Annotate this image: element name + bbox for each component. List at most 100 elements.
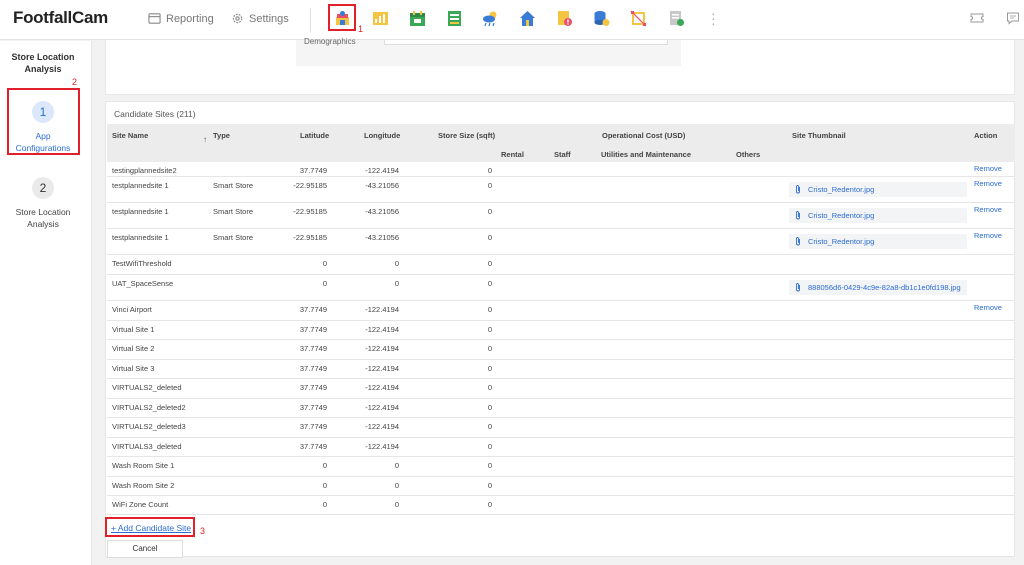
store-size-cell: 0 — [487, 233, 492, 242]
store-size-cell: 0 — [487, 461, 492, 470]
paperclip-icon — [796, 185, 800, 194]
weather-icon[interactable] — [482, 10, 499, 27]
candidate-sites-table-body: testingplannedsite2 37.7749 -122.4194 0 Remo… — [107, 162, 1015, 515]
latitude-cell: 37.7749 — [299, 344, 327, 353]
site-thumbnail-file[interactable]: Cristo_Redentor.jpg — [789, 182, 967, 197]
nav-settings[interactable]: Settings — [231, 12, 289, 25]
site-name-cell: VIRTUALS2_deleted3 — [112, 422, 186, 431]
site-name-cell: WiFi Zone Count — [112, 500, 169, 509]
config-panel: Demographics — [105, 37, 1015, 95]
calendar-icon[interactable] — [409, 10, 426, 27]
store-size-cell: 0 — [487, 403, 492, 412]
store-size-cell: 0 — [487, 181, 492, 190]
remove-link[interactable]: Remove — [974, 303, 1002, 312]
store-size-cell: 0 — [487, 344, 492, 353]
remove-link[interactable]: Remove — [974, 164, 1002, 173]
type-cell: Smart Store — [213, 233, 254, 242]
table-row: Vinci Airport 37.7749 -122.4194 0 Remove — [107, 301, 1015, 321]
longitude-cell: -122.4194 — [365, 305, 399, 314]
site-thumbnail-file[interactable]: Cristo_Redentor.jpg — [789, 208, 967, 223]
paperclip-icon — [796, 237, 800, 246]
highlight-box-1 — [328, 4, 356, 31]
latitude-cell: -22.95185 — [293, 207, 327, 216]
col-action: Action — [974, 131, 998, 140]
type-cell: Smart Store — [213, 181, 254, 190]
latitude-cell: 0 — [322, 259, 327, 268]
longitude-cell: -122.4194 — [365, 403, 399, 412]
col-latitude: Latitude — [300, 131, 330, 140]
paperclip-icon — [796, 283, 800, 292]
sort-arrow-icon[interactable]: ↑ — [203, 135, 207, 144]
demographics-input[interactable] — [384, 40, 668, 45]
chat-icon[interactable] — [1006, 11, 1020, 25]
latitude-cell: -22.95185 — [293, 181, 327, 190]
col-utilities: Utilities and Maintenance — [601, 150, 692, 159]
thumbnail-filename: Cristo_Redentor.jpg — [808, 211, 875, 220]
sidebar-title: Store Location Analysis — [11, 52, 75, 74]
table-row: VIRTUALS2_deleted2 37.7749 -122.4194 0 — [107, 399, 1015, 418]
database-icon[interactable] — [593, 10, 610, 27]
site-name-cell: Virtual Site 1 — [112, 325, 155, 334]
site-name-cell: TestWifiThreshold — [112, 259, 172, 268]
ticket-icon[interactable] — [970, 11, 984, 25]
latitude-cell: 37.7749 — [299, 442, 327, 451]
site-name-cell: UAT_SpaceSense — [112, 279, 174, 288]
document-alert-icon[interactable] — [556, 10, 573, 27]
report-outline-icon — [148, 13, 161, 24]
latitude-cell: 0 — [322, 461, 327, 470]
site-name-cell: testingplannedsite2 — [112, 166, 177, 175]
demographics-label: Demographics — [304, 37, 356, 46]
step-store-location-analysis[interactable]: 2 Store Location Analysis — [0, 177, 86, 230]
table-row: testplannedsite 1 Smart Store -22.95185 -43… — [107, 177, 1015, 203]
thumbnail-filename: Cristo_Redentor.jpg — [808, 237, 875, 246]
demographics-row: Demographics — [296, 37, 681, 66]
cancel-button[interactable]: Cancel — [107, 540, 183, 558]
store-size-cell: 0 — [487, 166, 492, 175]
remove-link[interactable]: Remove — [974, 179, 1002, 188]
longitude-cell: 0 — [394, 500, 399, 509]
home-icon[interactable] — [519, 10, 536, 27]
store-size-cell: 0 — [487, 259, 492, 268]
table-row: testplannedsite 1 Smart Store -22.95185 -43… — [107, 229, 1015, 255]
store-size-cell: 0 — [487, 383, 492, 392]
store-size-cell: 0 — [487, 500, 492, 509]
type-cell: Smart Store — [213, 207, 254, 216]
more-vertical-icon[interactable]: · · · — [711, 6, 716, 30]
nav-reporting-label: Reporting — [166, 12, 214, 25]
longitude-cell: -122.4194 — [365, 344, 399, 353]
table-row: Virtual Site 2 37.7749 -122.4194 0 — [107, 340, 1015, 360]
file-settings-icon[interactable] — [668, 10, 685, 27]
latitude-cell: 0 — [322, 481, 327, 490]
store-size-cell: 0 — [487, 305, 492, 314]
latitude-cell: 0 — [322, 279, 327, 288]
remove-link[interactable]: Remove — [974, 205, 1002, 214]
site-name-cell: VIRTUALS3_deleted — [112, 442, 182, 451]
add-candidate-site-link[interactable]: + Add Candidate Site — [111, 523, 191, 533]
nav-reporting[interactable]: Reporting — [148, 12, 214, 25]
col-rental: Rental — [501, 150, 524, 159]
site-name-cell: Wash Room Site 1 — [112, 461, 175, 470]
paperclip-icon — [796, 211, 800, 220]
longitude-cell: -122.4194 — [365, 166, 399, 175]
site-thumbnail-file[interactable]: Cristo_Redentor.jpg — [789, 234, 967, 249]
site-name-cell: VIRTUALS2_deleted2 — [112, 403, 186, 412]
remove-link[interactable]: Remove — [974, 231, 1002, 240]
col-site-name[interactable]: Site Name ↑ — [112, 131, 207, 144]
table-row: Virtual Site 1 37.7749 -122.4194 0 — [107, 321, 1015, 340]
table-row: VIRTUALS3_deleted 37.7749 -122.4194 0 — [107, 438, 1015, 457]
crop-icon[interactable] — [630, 10, 647, 27]
report-icon[interactable] — [372, 10, 389, 27]
longitude-cell: 0 — [394, 279, 399, 288]
site-name-cell: Wash Room Site 2 — [112, 481, 175, 490]
col-staff: Staff — [554, 150, 571, 159]
nav-settings-label: Settings — [249, 12, 289, 25]
site-name-cell: VIRTUALS2_deleted — [112, 383, 182, 392]
longitude-cell: 0 — [394, 461, 399, 470]
table-header: Site Name ↑ Type Latitude Longitude Stor… — [107, 124, 1015, 162]
latitude-cell: 37.7749 — [299, 383, 327, 392]
spreadsheet-icon[interactable] — [446, 10, 463, 27]
candidate-sites-panel: Candidate Sites (211) Site Name ↑ Type L… — [105, 101, 1015, 557]
site-thumbnail-file[interactable]: 888056d6-0429-4c9e-82a8-db1c1e0fd198.jpg — [789, 280, 967, 295]
site-name-cell: testplannedsite 1 — [112, 181, 169, 190]
annotation-number-3: 3 — [200, 526, 206, 536]
